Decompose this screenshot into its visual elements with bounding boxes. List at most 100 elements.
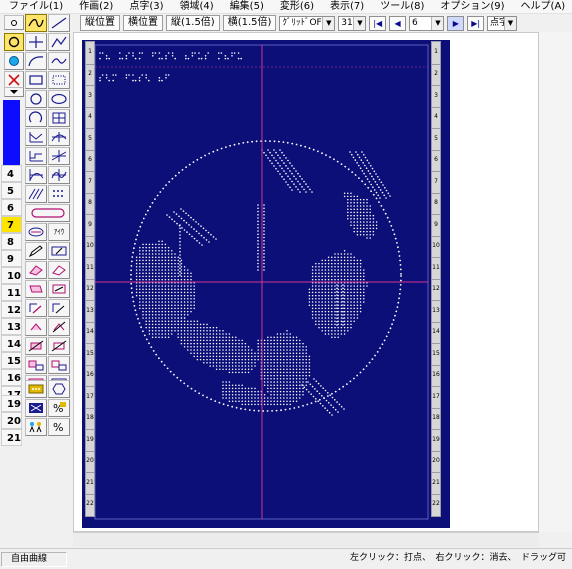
palette-number-11[interactable]: 11 [1, 284, 22, 301]
pattern-stamp-icon[interactable] [25, 399, 47, 417]
ruler-divider [86, 386, 94, 387]
circle-marker-icon[interactable] [4, 33, 24, 51]
next-page-icon[interactable]: ▶ [447, 15, 465, 31]
axis-graph-icon[interactable] [48, 128, 70, 146]
palette-number-10[interactable]: 10 [1, 267, 22, 284]
curve-graph-icon[interactable] [25, 166, 47, 184]
pencil-tool-icon[interactable] [25, 242, 47, 260]
dotted-rectangle-icon[interactable] [48, 71, 70, 89]
ruler-divider [432, 192, 440, 194]
vertical-1-5x-button[interactable]: 縦(1.5倍) [166, 15, 220, 31]
menu-tools[interactable]: ツール(8) [371, 0, 431, 14]
step-graph-icon[interactable] [25, 147, 47, 165]
palette-number-9[interactable]: 9 [1, 250, 22, 267]
last-page-icon[interactable]: ▶| [467, 15, 484, 31]
graph-tool-icon[interactable] [25, 128, 47, 146]
arc-arrow-tool-icon[interactable] [25, 109, 47, 127]
size-select[interactable]: 31 ▼ [338, 15, 367, 31]
cross-tool-icon[interactable] [25, 33, 47, 51]
horizontal-1-5x-button[interactable]: 横(1.5倍) [222, 15, 277, 31]
people-tool-icon[interactable] [25, 418, 47, 436]
ruler-divider [432, 493, 440, 495]
percent-alt-tool-icon[interactable]: % [48, 418, 70, 436]
menu-view[interactable]: 表示(7) [321, 0, 371, 14]
palette-number-20[interactable]: 20 [1, 412, 22, 429]
scale-box-tool-icon[interactable] [48, 356, 70, 374]
quadrant-graph-icon[interactable] [48, 147, 70, 165]
arc-tool-icon[interactable] [25, 52, 47, 70]
braille-drawing[interactable] [82, 40, 450, 528]
eraser-tool-icon[interactable] [25, 261, 47, 279]
palette-number-14[interactable]: 14 [1, 335, 22, 352]
ruler-divider [86, 214, 94, 215]
freehand-curve-tool-icon[interactable] [25, 14, 47, 32]
ruler-divider [432, 321, 440, 323]
menu-file[interactable]: ファイル(1) [0, 0, 70, 14]
small-dot-icon[interactable] [4, 15, 24, 30]
palette-number-13[interactable]: 13 [1, 318, 22, 335]
flip-box-tool-icon[interactable] [48, 337, 70, 355]
grid-tool-icon[interactable] [48, 109, 70, 127]
palette-number-15[interactable]: 15 [1, 352, 22, 369]
palette-number-6[interactable]: 6 [1, 199, 22, 216]
menu-options[interactable]: オプション(9) [431, 0, 511, 14]
dropdown-arrow-icon[interactable] [4, 87, 24, 97]
polyline-tool-icon[interactable] [48, 33, 70, 51]
braille-page[interactable] [82, 40, 450, 528]
horizontal-position-button[interactable]: 横位置 [123, 15, 163, 31]
palette-number-16[interactable]: 16 [1, 369, 22, 386]
menu-draw[interactable]: 作画(2) [70, 0, 120, 14]
fill-area-tool-icon[interactable] [25, 380, 47, 398]
line-tool-icon[interactable] [48, 14, 70, 32]
mode-select[interactable]: 点字 ▼ [487, 15, 517, 31]
page-select[interactable]: 6 ▼ [408, 15, 445, 31]
prev-page-icon[interactable]: ◀ [389, 15, 406, 31]
katakana-tool[interactable]: ｱｲｳ [48, 223, 70, 241]
menu-edit[interactable]: 編集(5) [221, 0, 271, 14]
menu-transform[interactable]: 変形(6) [271, 0, 321, 14]
first-page-icon[interactable]: |◀ [369, 15, 387, 31]
horizontal-scrollbar[interactable] [73, 532, 539, 547]
wave-tool-icon[interactable] [48, 52, 70, 70]
pattern-fill-icon[interactable] [25, 223, 47, 241]
menu-help[interactable]: ヘルプ(A) [512, 0, 572, 14]
palette-number-21[interactable]: 21 [1, 429, 22, 446]
ruler-left-3: 3 [88, 92, 92, 99]
palette-number-19[interactable]: 19 [1, 395, 22, 412]
rectangle-tool-icon[interactable] [25, 71, 47, 89]
ruler-right-13: 13 [432, 307, 440, 314]
move-box-tool-icon[interactable] [48, 280, 70, 298]
ruler-left-21: 21 [86, 479, 94, 486]
wave-graph-icon[interactable] [48, 166, 70, 184]
menu-region[interactable]: 領域(4) [171, 0, 221, 14]
eraser-box-tool-icon[interactable] [48, 261, 70, 279]
hatch-tool-icon[interactable] [25, 185, 47, 203]
palette-number-12[interactable]: 12 [1, 301, 22, 318]
palette-number-5[interactable]: 5 [1, 182, 22, 199]
palette-number-8[interactable]: 8 [1, 233, 22, 250]
chevron-down-icon: ▼ [504, 16, 516, 30]
palette-number-4[interactable]: 4 [1, 165, 22, 182]
dot-fill-tool-icon[interactable] [48, 185, 70, 203]
grid-select[interactable]: ｸﾞﾘｯﾄﾞOFF ▼ [279, 15, 336, 31]
scale-tool-icon[interactable] [25, 356, 47, 374]
flip-tool-icon[interactable] [25, 337, 47, 355]
filled-circle-icon[interactable] [4, 52, 24, 70]
move-tool-icon[interactable] [25, 280, 47, 298]
vertical-position-button[interactable]: 縦位置 [80, 15, 120, 31]
palette-number-7[interactable]: 7 [1, 216, 22, 233]
menu-braille[interactable]: 点字(3) [120, 0, 170, 14]
percent-tool-icon[interactable]: % [48, 399, 70, 417]
rotate-box-tool-icon[interactable] [48, 318, 70, 336]
capsule-tool-icon[interactable] [25, 204, 70, 222]
copy-tool-icon[interactable] [25, 299, 47, 317]
ruler-divider [432, 472, 440, 473]
ruler-right-1: 1 [434, 48, 438, 55]
hexagon-tool-icon[interactable] [48, 380, 70, 398]
edit-box-tool-icon[interactable] [48, 242, 70, 260]
ellipse-tool-icon[interactable] [48, 90, 70, 108]
ruler-left-17: 17 [86, 393, 94, 400]
circle-tool-icon[interactable] [25, 90, 47, 108]
copy-box-tool-icon[interactable] [48, 299, 70, 317]
rotate-tool-icon[interactable] [25, 318, 47, 336]
